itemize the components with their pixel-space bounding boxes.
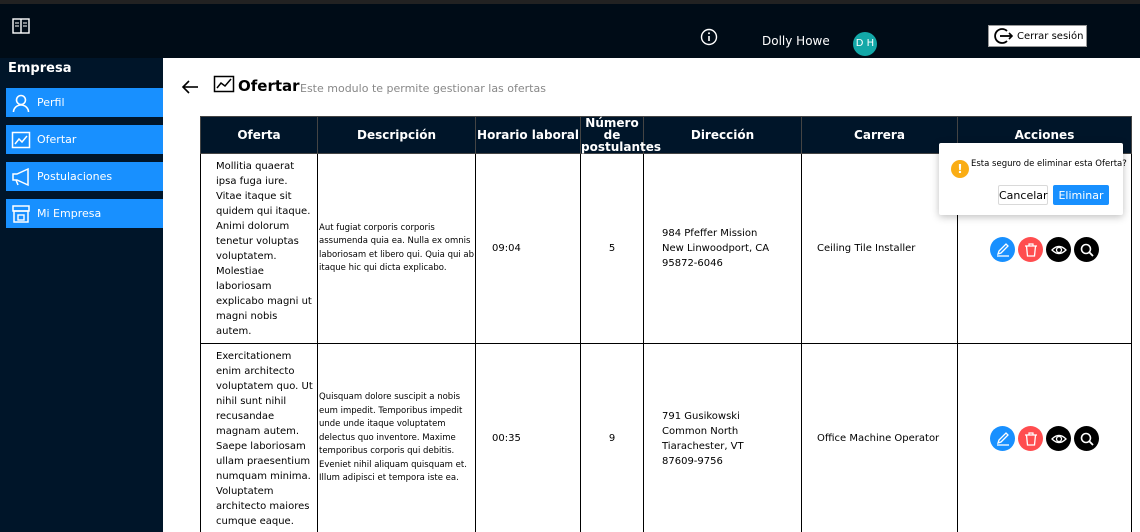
- eye-icon: [1050, 245, 1067, 254]
- cell-carrera: Ceiling Tile Installer: [801, 153, 958, 344]
- view-button[interactable]: [1046, 237, 1071, 262]
- sidebar-item-mi-empresa[interactable]: Mi Empresa: [6, 199, 163, 228]
- book-icon: [12, 18, 30, 34]
- cell-postulantes: 9: [580, 343, 644, 532]
- cell-carrera: Office Machine Operator: [801, 343, 958, 532]
- cell-horario: 09:04: [475, 153, 581, 344]
- cell-horario: 00:35: [475, 343, 581, 532]
- column-header-oferta[interactable]: Oferta: [200, 116, 318, 154]
- trash-icon: [1024, 242, 1037, 257]
- back-arrow-icon[interactable]: [180, 77, 200, 97]
- window-frame: [0, 0, 1140, 4]
- sidebar: Empresa Perfil Ofertar Postulaciones Mi …: [0, 58, 163, 532]
- sidebar-item-label: Perfil: [37, 96, 65, 109]
- column-header-direccion[interactable]: Dirección: [643, 116, 802, 154]
- cell-descripcion: Quisquam dolore suscipit a nobis eum imp…: [317, 343, 476, 532]
- sidebar-item-label: Mi Empresa: [37, 207, 102, 220]
- page-title: Ofertar: [238, 77, 300, 95]
- cell-direccion: 791 Gusikowski Common North Tiarachester…: [643, 343, 802, 532]
- cell-acciones: [957, 343, 1132, 532]
- cell-direccion: 984 Pfeffer Mission New Linwoodport, CA …: [643, 153, 802, 344]
- edit-icon: [996, 431, 1009, 446]
- column-header-horario[interactable]: Horario laboral: [475, 116, 581, 154]
- edit-icon: [996, 242, 1009, 257]
- delete-button[interactable]: [1018, 426, 1043, 451]
- sidebar-title: Empresa: [8, 61, 72, 76]
- avatar[interactable]: D H: [853, 32, 877, 56]
- user-name: Dolly Howe: [762, 34, 830, 48]
- view-button[interactable]: [1046, 426, 1071, 451]
- line-chart-icon: [213, 75, 235, 93]
- user-icon: [12, 94, 30, 112]
- megaphone-icon: [12, 167, 29, 186]
- search-icon: [1080, 243, 1094, 257]
- cell-descripcion: Aut fugiat corporis corporis assumenda q…: [317, 153, 476, 344]
- sidebar-item-postulaciones[interactable]: Postulaciones: [6, 162, 163, 191]
- table-row: Exercitationem enim architecto voluptate…: [200, 343, 1132, 532]
- column-header-carrera[interactable]: Carrera: [801, 116, 958, 154]
- logout-icon: [994, 28, 1013, 44]
- search-icon: [1080, 432, 1094, 446]
- sidebar-item-ofertar[interactable]: Ofertar: [6, 125, 163, 154]
- confirm-delete-button[interactable]: Eliminar: [1053, 185, 1109, 205]
- logout-button[interactable]: Cerrar sesión: [988, 25, 1087, 47]
- top-bar: Dolly Howe D H Cerrar sesión: [0, 0, 1140, 58]
- delete-confirm-popover: ! Esta seguro de eliminar esta Oferta? C…: [939, 143, 1127, 215]
- edit-button[interactable]: [990, 426, 1015, 451]
- sidebar-item-perfil[interactable]: Perfil: [6, 88, 163, 117]
- sidebar-item-label: Postulaciones: [37, 170, 113, 183]
- cell-oferta: Exercitationem enim architecto voluptate…: [200, 343, 318, 532]
- search-button[interactable]: [1074, 237, 1099, 262]
- column-header-descripcion[interactable]: Descripción: [317, 116, 476, 154]
- cancel-button[interactable]: Cancelar: [998, 185, 1048, 205]
- trash-icon: [1024, 431, 1037, 446]
- page-subtitle: Este modulo te permite gestionar las ofe…: [300, 82, 546, 95]
- eye-icon: [1050, 434, 1067, 443]
- sidebar-item-label: Ofertar: [37, 133, 77, 146]
- cell-postulantes: 5: [580, 153, 644, 344]
- shop-icon: [12, 204, 30, 223]
- cell-oferta: Mollitia quaerat ipsa fuga iure. Vitae i…: [200, 153, 318, 344]
- info-circle-icon[interactable]: [700, 28, 718, 46]
- confirm-message: Esta seguro de eliminar esta Oferta?: [971, 159, 1127, 169]
- search-button[interactable]: [1074, 426, 1099, 451]
- column-header-postulantes[interactable]: Número de postulantes: [580, 116, 661, 154]
- logout-label: Cerrar sesión: [1017, 30, 1084, 42]
- line-chart-icon: [11, 131, 31, 148]
- edit-button[interactable]: [990, 237, 1015, 262]
- warning-icon: !: [951, 160, 969, 178]
- delete-button[interactable]: [1018, 237, 1043, 262]
